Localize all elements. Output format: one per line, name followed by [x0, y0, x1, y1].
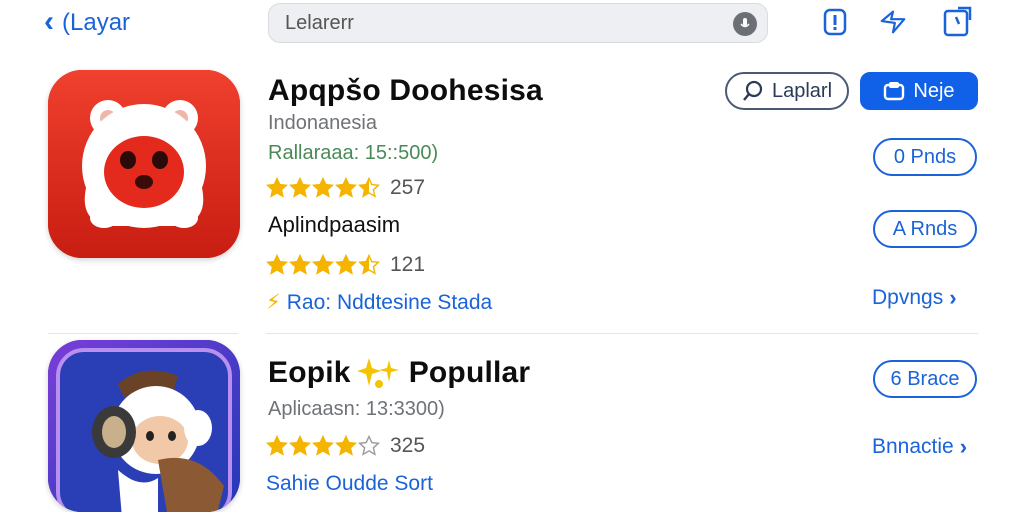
secondary-button-2[interactable]: A Rnds	[873, 210, 977, 248]
star-rating	[266, 435, 380, 457]
back-button[interactable]: ‹ (Layar	[44, 5, 131, 40]
app-subtitle: Indonanesia	[268, 112, 377, 134]
download-icon	[884, 82, 905, 101]
search-bar[interactable]	[268, 3, 768, 43]
alert-icon[interactable]	[820, 6, 850, 38]
link-label: Dpvngs	[872, 286, 944, 309]
app-title-suffix: Popullar	[408, 356, 531, 389]
search-outline-button[interactable]: Laplarl	[725, 72, 849, 110]
button-label: Neje	[913, 79, 955, 102]
rating-count: 325	[390, 434, 426, 457]
star-rating	[266, 254, 380, 276]
star-filled-icon	[289, 435, 311, 456]
rating-row: 257	[266, 176, 425, 200]
share-icon[interactable]	[878, 6, 908, 38]
star-filled-icon	[312, 177, 334, 198]
star-filled-icon	[289, 254, 311, 275]
app-title-row[interactable]: Eopik Popullar	[268, 356, 530, 390]
top-bar: ‹ (Layar	[0, 0, 1024, 48]
star-half-icon	[358, 254, 380, 275]
app-store-search-page: ‹ (Layar Lelarerr Apqpšo Doohesisa Indon…	[0, 0, 1024, 512]
link-label: Sahie Oudde Sort	[266, 472, 433, 495]
star-filled-icon	[335, 254, 357, 275]
app-icon-purple-mascot[interactable]	[48, 340, 240, 512]
star-filled-icon	[289, 177, 311, 198]
divider	[266, 333, 978, 334]
mic-icon[interactable]	[733, 12, 757, 36]
button-label: 6 Brace	[890, 367, 960, 390]
section-label: Aplindpaasim	[268, 212, 401, 237]
button-label: A Rnds	[892, 217, 958, 240]
app-meta: Aplicaasn: 13:3300)	[268, 398, 445, 420]
rating-row-2: 121	[266, 253, 425, 277]
back-label: (Layar	[62, 9, 131, 36]
chevron-right-icon: ›	[959, 434, 968, 459]
bookmark-icon[interactable]	[942, 6, 972, 38]
star-filled-icon	[266, 254, 288, 275]
star-filled-icon	[312, 435, 334, 456]
star-rating	[266, 177, 380, 199]
see-more-link[interactable]: Dpvngs ›	[872, 285, 957, 311]
see-more-link[interactable]: Bnnactie ›	[872, 434, 967, 460]
rating-count: 257	[390, 176, 426, 199]
bolt-icon: ⚡	[266, 291, 281, 314]
button-label: 0 Pnds	[893, 145, 957, 168]
star-filled-icon	[335, 435, 357, 456]
app-link[interactable]: Sahie Oudde Sort	[266, 472, 433, 496]
chevron-right-icon: ›	[949, 285, 957, 310]
star-half-icon	[358, 177, 380, 198]
secondary-button-1[interactable]: 0 Pnds	[873, 138, 977, 176]
get-button[interactable]: Neje	[860, 72, 978, 110]
link-label: Bnnactie	[872, 435, 954, 458]
chevron-left-icon: ‹	[44, 5, 54, 38]
star-filled-icon	[266, 177, 288, 198]
star-filled-icon	[266, 435, 288, 456]
promo-text: Rao: Nddtesine Stada	[286, 290, 493, 314]
star-empty-icon	[358, 435, 380, 456]
sparkle-icon	[356, 358, 399, 388]
app-meta: Rallaraaa: 15::500)	[268, 142, 439, 164]
button-label: Laplarl	[771, 79, 833, 102]
secondary-button-3[interactable]: 6 Brace	[873, 360, 977, 398]
app-title: Eopik	[268, 356, 351, 389]
app-title[interactable]: Apqpšo Doohesisa	[268, 74, 543, 108]
search-icon	[743, 80, 763, 101]
star-filled-icon	[335, 177, 357, 198]
search-input[interactable]	[269, 10, 727, 36]
app-icon-red-mascot[interactable]	[48, 70, 240, 258]
star-filled-icon	[312, 254, 334, 275]
rating-count: 121	[390, 253, 426, 276]
promo-link[interactable]: ⚡ Rao: Nddtesine Stada	[266, 290, 492, 315]
divider	[48, 333, 238, 334]
rating-row: 325	[266, 434, 425, 458]
